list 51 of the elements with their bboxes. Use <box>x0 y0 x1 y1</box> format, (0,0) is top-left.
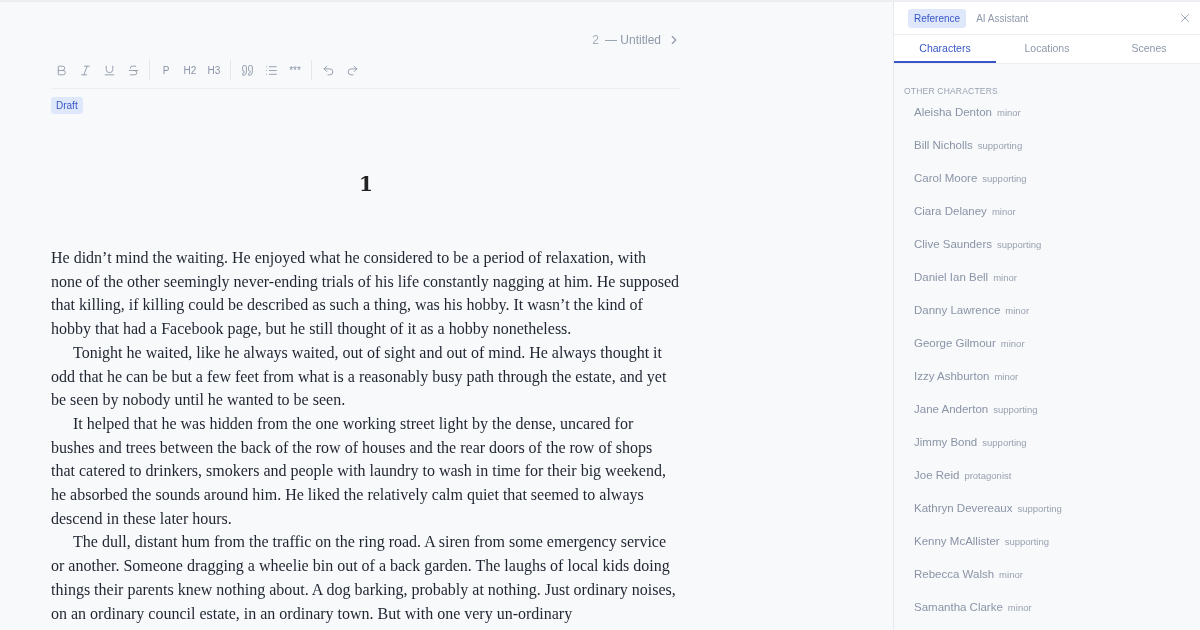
status-badge: Draft <box>51 97 83 114</box>
sub-tab[interactable]: Scenes <box>1098 35 1200 63</box>
character-name[interactable]: Bill Nicholls <box>914 129 973 162</box>
close-icon[interactable] <box>1178 11 1192 25</box>
panel-tab[interactable]: Reference <box>908 8 967 28</box>
chapter-heading: 1 <box>358 172 374 196</box>
character-name[interactable]: Joe Reid <box>914 459 960 492</box>
character-role: supporting <box>1017 502 1062 516</box>
character-role: supporting <box>1004 535 1049 549</box>
character-role: minor <box>1000 337 1025 351</box>
sub-tab[interactable]: Characters <box>894 35 996 63</box>
character-name[interactable]: Kenny McAllister <box>914 525 1000 558</box>
character-name[interactable]: Jimmy Bond <box>914 426 978 459</box>
character-role: supporting <box>977 139 1023 153</box>
character-name[interactable]: Carol Moore <box>914 162 978 195</box>
section-title: OTHER CHARACTERS <box>904 86 999 96</box>
character-name[interactable]: Samantha Clarke <box>914 591 1003 624</box>
character-role: minor <box>1005 304 1030 318</box>
paragraph: It helped that he was hidden from the one working street light by the dense, uncared for bushes and trees between the back of the row of houses and the rear doors of the row of shops that catered to drinkers, smokers and people with laundry to wash in time for their big weekend, he absorbed the sounds around him. He liked the relatively calm quiet that seemed to always descend in these later hours. <box>51 413 667 529</box>
character-name[interactable]: Clive Saunders <box>914 228 992 261</box>
character-name[interactable]: Kathryn Devereaux <box>914 492 1013 525</box>
character-role: supporting <box>993 403 1038 417</box>
character-name[interactable]: Ciara Delaney <box>914 195 987 228</box>
paragraph: The dull, distant hum from the traffic on the ring road. A siren from some emergency service or another. Someone dragging a wheelie bin out of a back garden. The laughs of local kids doing things their parents knew nothing about. A dog barking, probably at nothing. Just ordinary noises, on an ordinary council estate, in an ordinary town. But with one very un-ordinary <box>51 532 677 625</box>
format-button[interactable]: H3 <box>204 60 224 80</box>
character-role: minor <box>997 106 1021 120</box>
character-name[interactable]: Jane Anderton <box>914 393 989 426</box>
chapter-number: 2 <box>592 33 599 47</box>
character-name[interactable]: Danny Lawrence <box>914 294 1001 327</box>
character-role: minor <box>1007 601 1032 615</box>
paragraph: Tonight he waited, like he always waited, out of sight and out of mind. He always thought it odd that he can be but a few feet from what is a reasonably busy path through the estate, and yet be seen by nobody until he wanted to be seen. <box>51 342 668 411</box>
paragraph: He didn’t mind the waiting. He enjoyed what he considered to be a period of relaxation, with none of the other seemingly never-ending trials of his life constantly nagging at him. He supposed that killing, if killing could be described as such a thing, was his hobby. It wasn’t the kind of hobby that had a Facebook page, but he still thought of it as a hobby nonetheless. <box>51 248 679 340</box>
panel-tab[interactable]: AI Assistant <box>970 8 1035 28</box>
character-role: supporting <box>997 238 1042 252</box>
character-name[interactable]: Rebecca Walsh <box>914 558 995 591</box>
character-name[interactable]: Aleisha Denton <box>914 96 992 129</box>
character-role: minor <box>993 271 1017 285</box>
character-role: minor <box>991 205 1016 219</box>
character-role: supporting <box>982 172 1027 186</box>
character-role: protagonist <box>964 469 1012 483</box>
character-role: supporting <box>982 436 1027 450</box>
divider-button[interactable]: *** <box>285 60 305 80</box>
character-name[interactable]: George Gilmour <box>914 327 996 360</box>
character-role: minor <box>994 370 1019 384</box>
character-name[interactable]: Daniel Ian Bell <box>914 261 989 294</box>
character-name[interactable]: Izzy Ashburton <box>914 360 990 393</box>
format-button[interactable]: P <box>156 60 176 80</box>
character-role: minor <box>999 568 1023 582</box>
format-button[interactable]: H2 <box>180 60 200 80</box>
sub-tab[interactable]: Locations <box>996 35 1098 63</box>
chapter-title: — Untitled <box>604 33 661 47</box>
